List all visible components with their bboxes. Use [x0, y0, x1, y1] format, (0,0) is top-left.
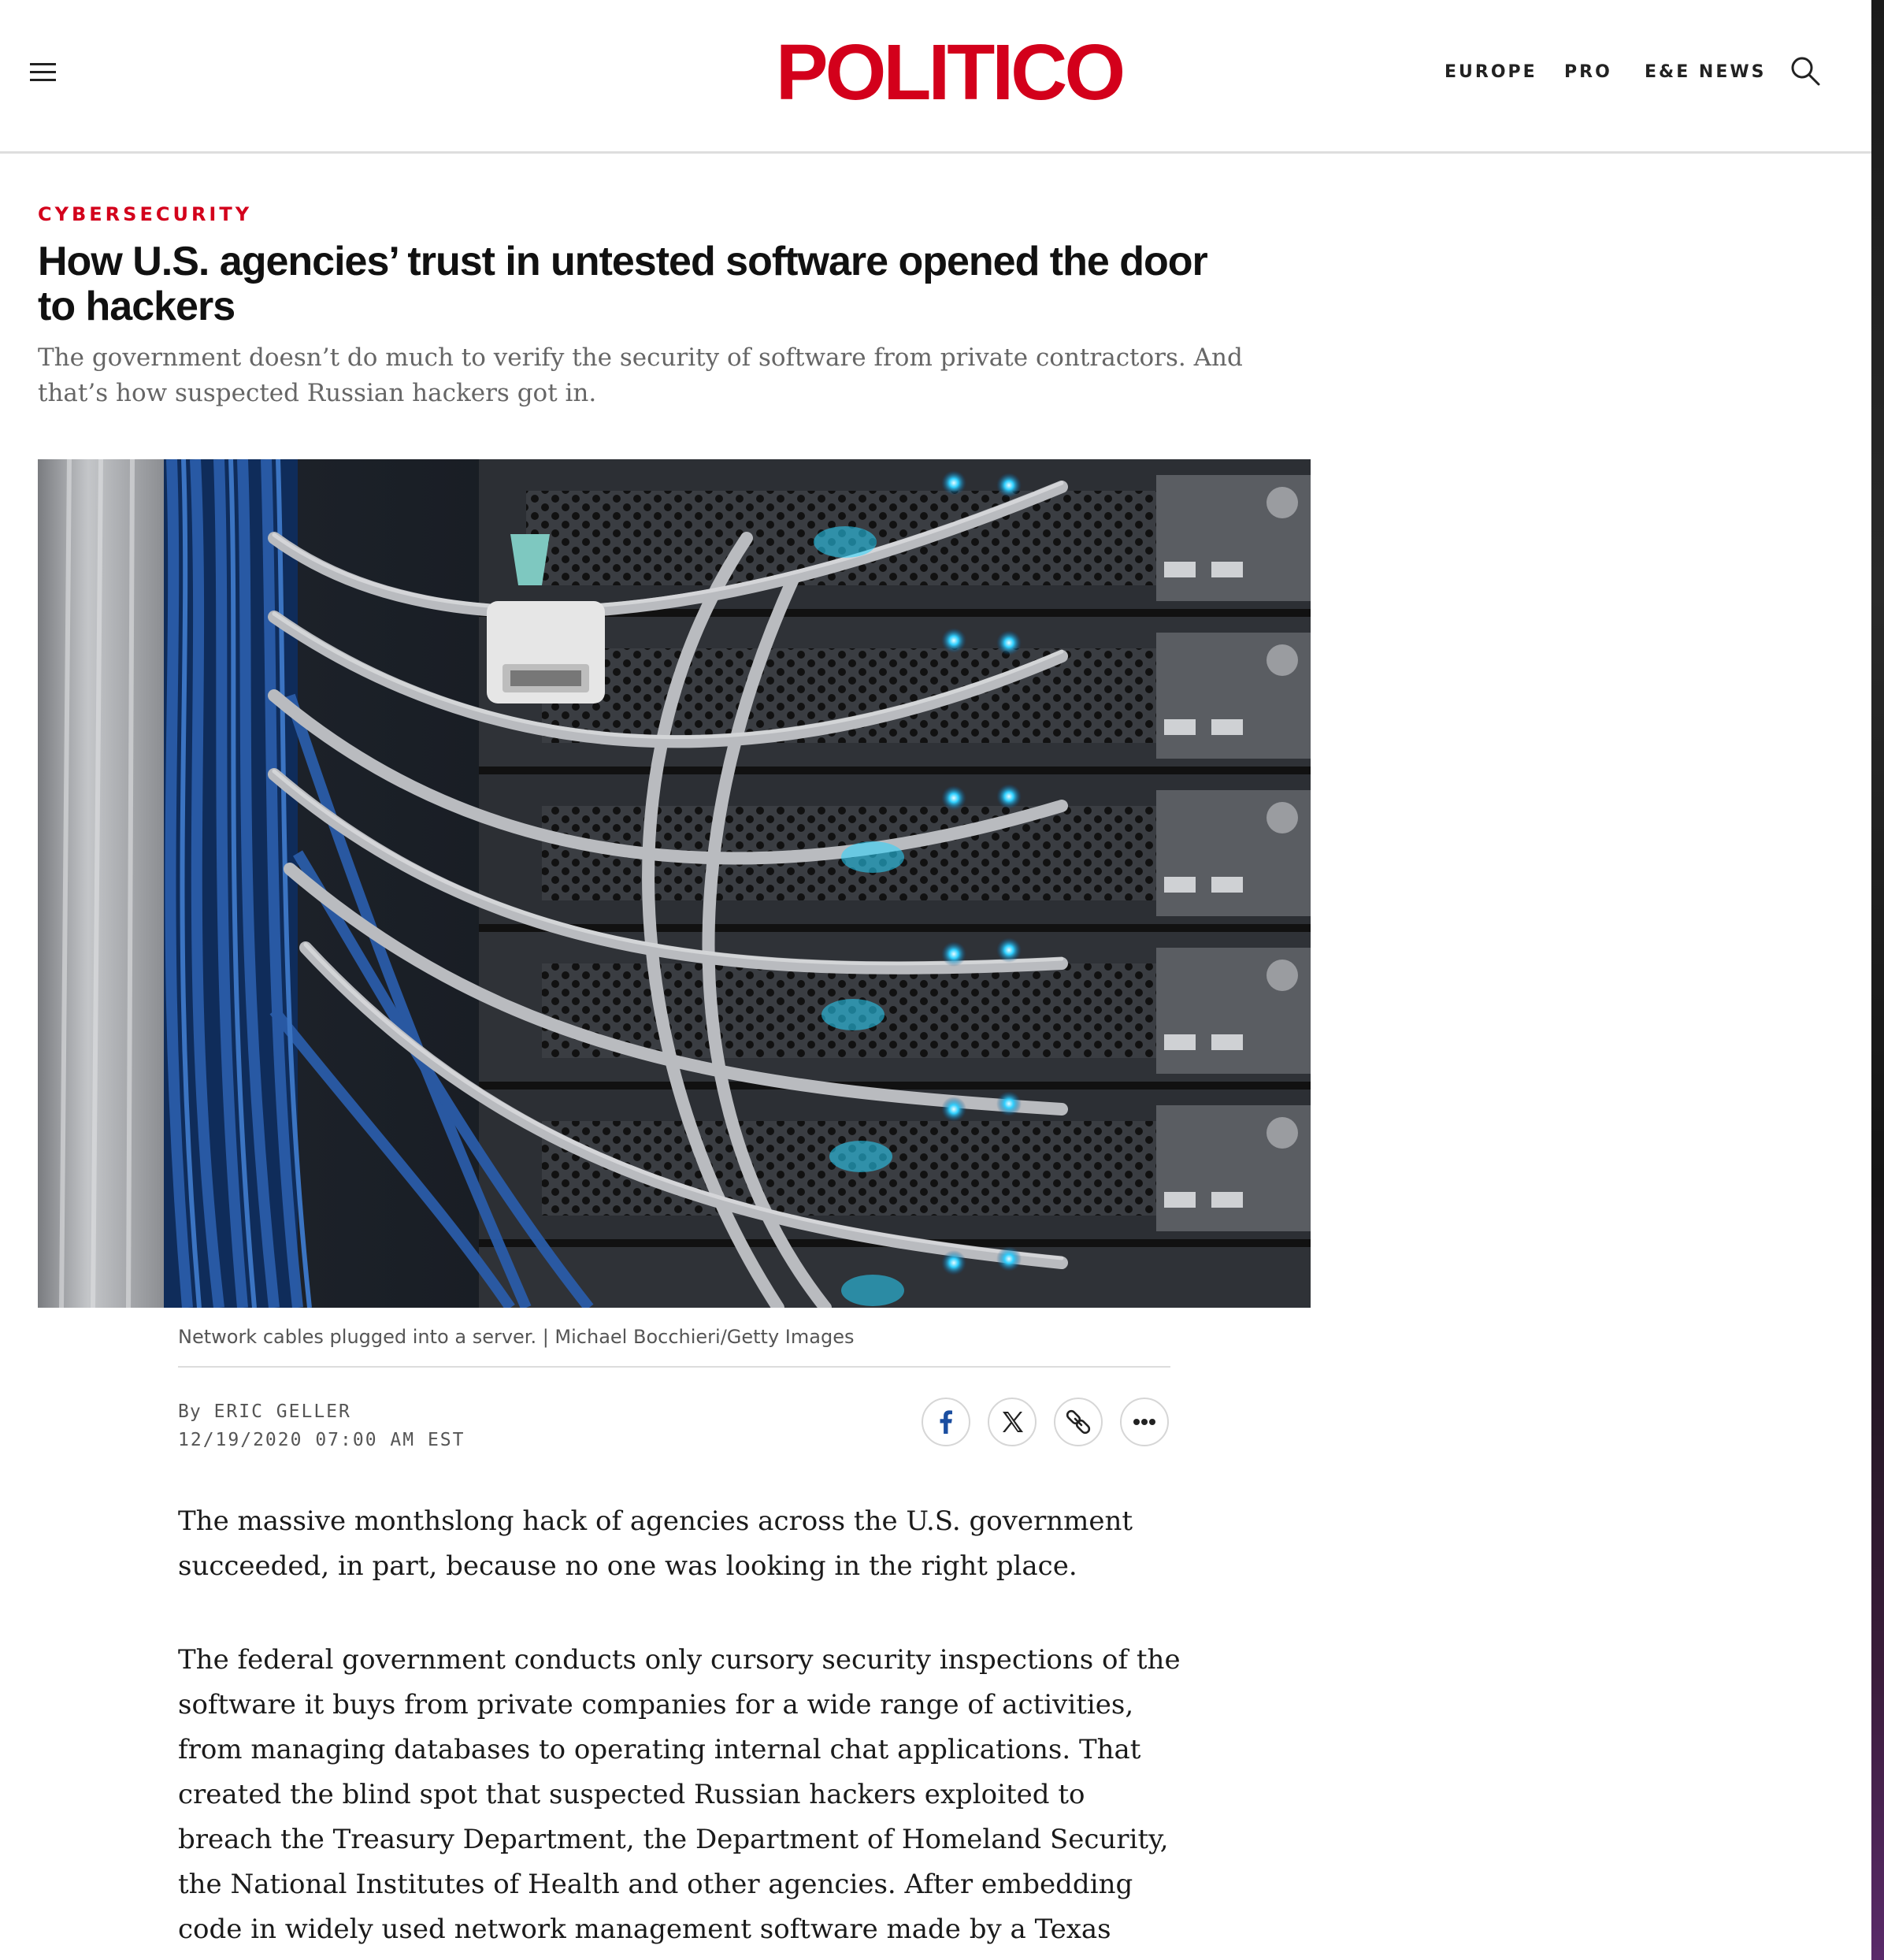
share-copy-link-button[interactable] [1054, 1398, 1103, 1446]
article-paragraph: The federal government conducts only cur… [178, 1644, 1181, 1960]
facebook-icon [940, 1410, 952, 1434]
article-headline: How U.S. agencies’ trust in untested sof… [38, 239, 1208, 329]
hero-image [38, 459, 1311, 1308]
share-x-button[interactable] [988, 1398, 1037, 1446]
article-paragraph: The massive monthslong hack of agencies … [178, 1505, 1133, 1582]
share-facebook-button[interactable] [922, 1398, 970, 1446]
hamburger-menu-icon[interactable] [30, 61, 56, 82]
byline: By ERIC GELLER [178, 1398, 351, 1426]
x-icon [1003, 1412, 1023, 1432]
site-header: POLITICO EUROPE PRO E&E NEWS [0, 0, 1884, 154]
section-kicker[interactable]: CYBERSECURITY [38, 202, 252, 227]
window-edge [1871, 0, 1884, 1960]
image-caption: Network cables plugged into a server. | … [178, 1326, 855, 1348]
nav-link-ee-news[interactable]: E&E NEWS [1645, 57, 1766, 88]
search-icon[interactable] [1789, 55, 1821, 87]
caption-divider [178, 1366, 1170, 1368]
nav-link-europe[interactable]: EUROPE [1445, 57, 1537, 88]
article-dek: The government doesn’t do much to verify… [38, 343, 1243, 407]
link-icon [1066, 1409, 1091, 1435]
byline-prefix: By [178, 1401, 202, 1422]
nav-link-pro[interactable]: PRO [1564, 57, 1612, 88]
author-link[interactable]: ERIC GELLER [214, 1401, 351, 1422]
share-more-button[interactable] [1120, 1398, 1169, 1446]
more-icon [1133, 1419, 1155, 1425]
politico-logo[interactable]: POLITICO [756, 30, 1142, 115]
publish-timestamp: 12/19/2020 07:00 AM EST [178, 1430, 465, 1450]
